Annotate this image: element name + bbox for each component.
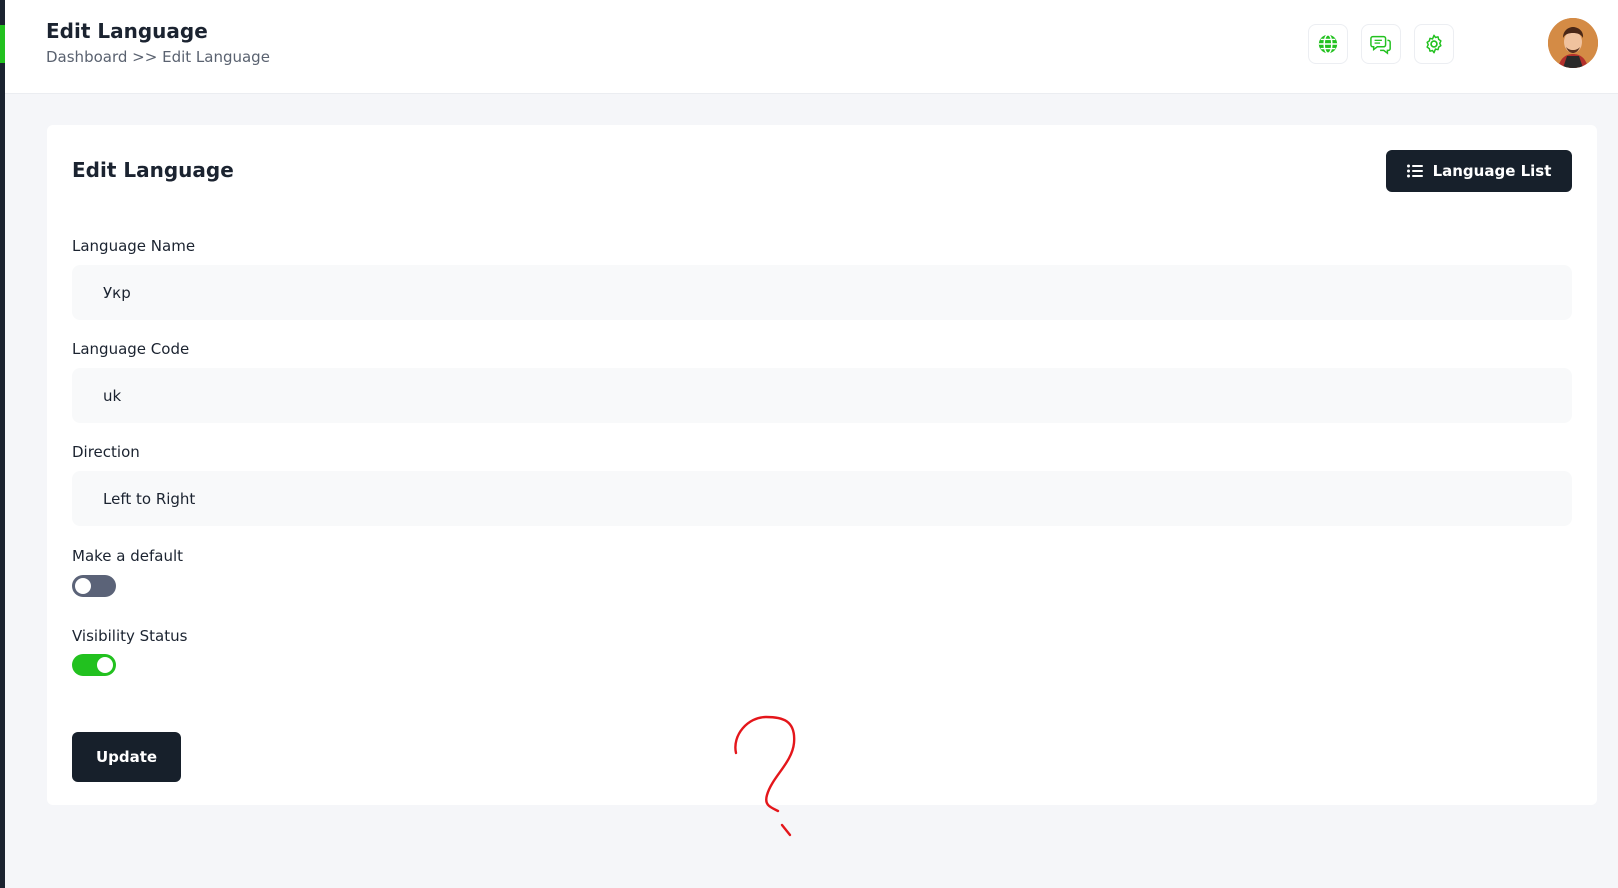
card-title: Edit Language [72,158,234,182]
language-code-label: Language Code [72,340,190,358]
update-label: Update [95,748,158,766]
left-rail [0,0,5,888]
language-globe-button[interactable] [1308,24,1348,64]
breadcrumb: Dashboard >> Edit Language [46,48,270,66]
breadcrumb-current: Edit Language [162,48,270,66]
direction-select[interactable]: Left to Right [72,471,1572,526]
gear-icon [1426,34,1442,54]
settings-button[interactable] [1414,24,1454,64]
language-name-input[interactable]: Укр [72,265,1572,320]
direction-label: Direction [72,443,140,461]
language-name-value: Укр [103,283,131,302]
toggle-knob [75,578,91,594]
page-title: Edit Language [46,19,208,43]
globe-icon [1318,34,1338,54]
topbar: Edit Language Dashboard >> Edit Language [5,0,1618,94]
user-photo-icon [1548,18,1598,68]
update-button[interactable]: Update [72,732,181,782]
visibility-status-label: Visibility Status [72,627,188,645]
breadcrumb-separator: >> [132,48,158,66]
make-default-toggle[interactable] [72,575,116,597]
edit-language-card: Edit Language Language List Language Nam… [47,125,1597,805]
chat-icon [1370,35,1391,55]
avatar[interactable] [1548,18,1598,68]
visibility-status-toggle[interactable] [72,654,116,676]
language-list-label: Language List [1432,162,1552,180]
language-list-button[interactable]: Language List [1386,150,1572,192]
question-mark-annotation [734,715,796,837]
toggle-knob [97,657,113,673]
breadcrumb-dashboard-link[interactable]: Dashboard [46,48,127,66]
list-icon [1406,164,1423,178]
make-default-label: Make a default [72,547,184,565]
direction-value: Left to Right [103,489,196,508]
language-name-label: Language Name [72,237,196,255]
language-code-value: uk [103,386,122,405]
language-code-input[interactable]: uk [72,368,1572,423]
messages-button[interactable] [1361,24,1401,64]
